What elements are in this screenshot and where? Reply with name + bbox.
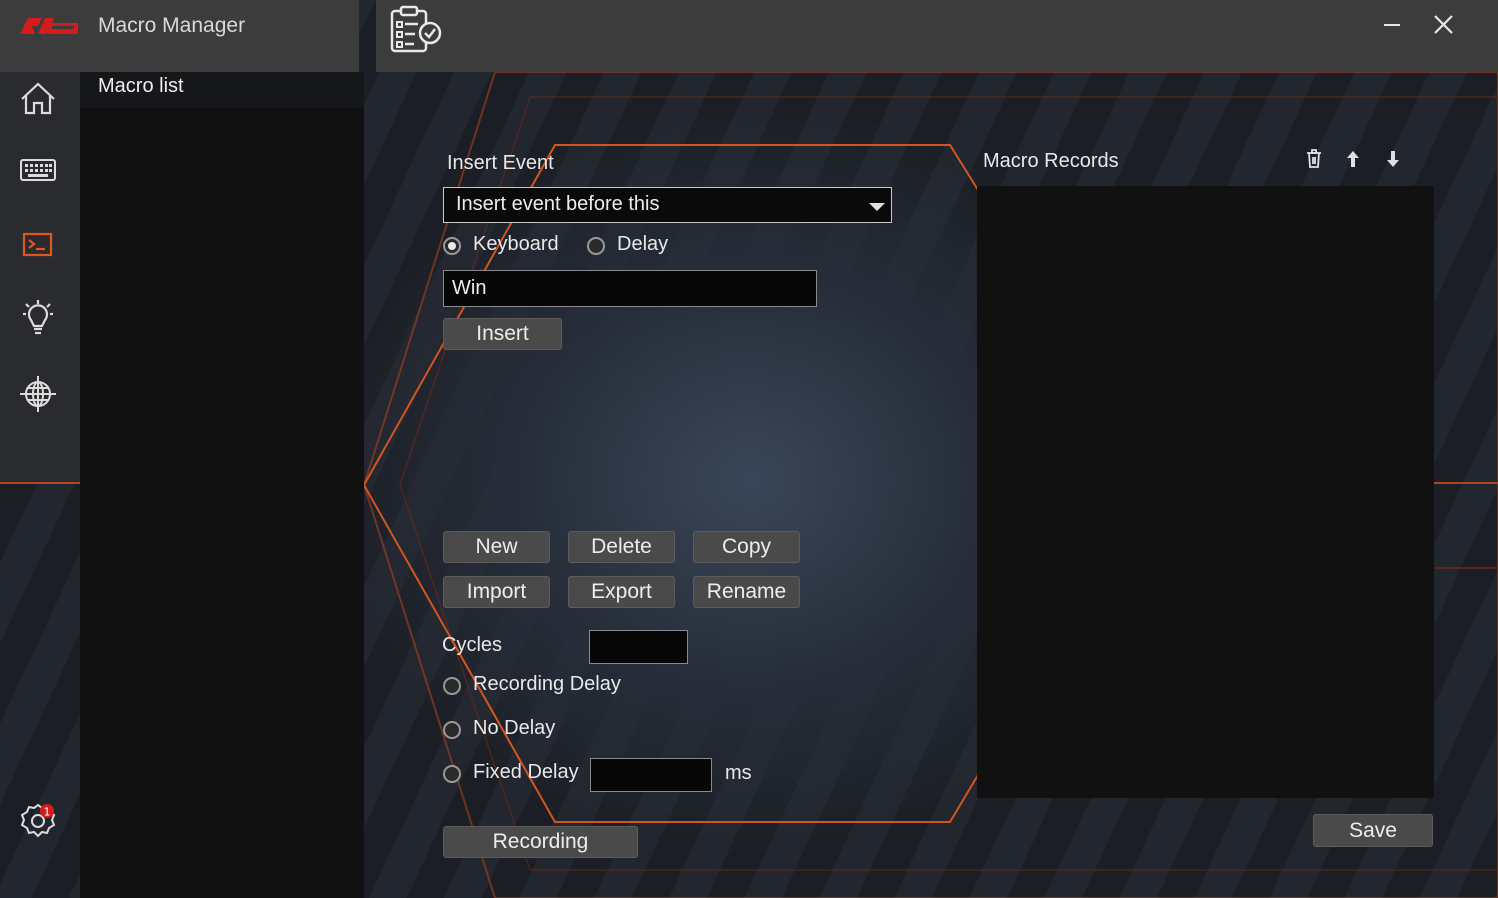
export-button[interactable]: Export <box>568 576 675 608</box>
rog-logo-icon <box>20 18 78 34</box>
title-bar: Macro Manager <box>0 0 1498 72</box>
home-icon <box>21 82 55 115</box>
macro-records-title: Macro Records <box>983 150 1119 172</box>
nav-item-settings[interactable]: 1 <box>14 797 62 845</box>
brand-header: Macro Manager <box>0 0 359 72</box>
delay-radio-label: Delay <box>617 233 669 255</box>
svg-text:1: 1 <box>44 806 51 819</box>
fixed-delay-label: Fixed Delay <box>473 761 579 783</box>
chevron-down-icon <box>869 203 885 211</box>
arrow-down-icon[interactable] <box>1381 147 1405 171</box>
globe-icon <box>20 376 56 412</box>
cycles-label: Cycles <box>442 634 503 656</box>
nav-item-macro[interactable] <box>14 221 62 269</box>
nav-item-keyboard[interactable] <box>14 146 62 194</box>
insert-button[interactable]: Insert <box>443 318 562 350</box>
nav-item-network[interactable] <box>14 370 62 418</box>
rename-button[interactable]: Rename <box>693 576 800 608</box>
close-icon[interactable] <box>1429 10 1459 40</box>
recording-delay-radio[interactable] <box>443 677 461 695</box>
insert-event-title: Insert Event <box>447 152 554 174</box>
lightbulb-icon <box>23 300 53 335</box>
window-header <box>376 0 1498 72</box>
clipboard-check-icon <box>390 5 442 53</box>
import-button[interactable]: Import <box>443 576 550 608</box>
keyboard-radio-label: Keyboard <box>473 233 559 255</box>
sidebar-nav-panel <box>0 72 80 484</box>
insert-position-select[interactable]: Insert event before this <box>443 187 892 223</box>
fixed-delay-radio[interactable] <box>443 765 461 783</box>
sidebar-nav: 1 <box>0 72 80 898</box>
save-button[interactable]: Save <box>1313 814 1433 847</box>
recording-delay-label: Recording Delay <box>473 673 621 695</box>
trash-icon[interactable] <box>1302 147 1326 171</box>
nav-item-lighting[interactable] <box>14 296 62 344</box>
recording-button[interactable]: Recording <box>443 826 638 858</box>
terminal-icon <box>22 232 53 257</box>
macro-records-list[interactable] <box>977 186 1434 798</box>
keyboard-radio[interactable] <box>443 237 461 255</box>
delay-radio[interactable] <box>587 237 605 255</box>
no-delay-radio[interactable] <box>443 721 461 739</box>
arrow-up-icon[interactable] <box>1341 147 1365 171</box>
key-input[interactable] <box>443 270 817 307</box>
cycles-input[interactable] <box>589 630 688 664</box>
fixed-delay-input[interactable] <box>590 758 712 792</box>
macro-list-title: Macro list <box>98 75 184 97</box>
copy-button[interactable]: Copy <box>693 531 800 563</box>
fixed-delay-unit: ms <box>725 762 752 784</box>
insert-position-value: Insert event before this <box>456 193 660 215</box>
keyboard-icon <box>20 159 56 181</box>
minimize-icon[interactable] <box>1378 10 1408 40</box>
no-delay-label: No Delay <box>473 717 556 739</box>
delete-button[interactable]: Delete <box>568 531 675 563</box>
macro-list[interactable] <box>80 108 364 898</box>
new-button[interactable]: New <box>443 531 550 563</box>
app-title: Macro Manager <box>98 14 246 37</box>
nav-item-home[interactable] <box>14 75 62 123</box>
